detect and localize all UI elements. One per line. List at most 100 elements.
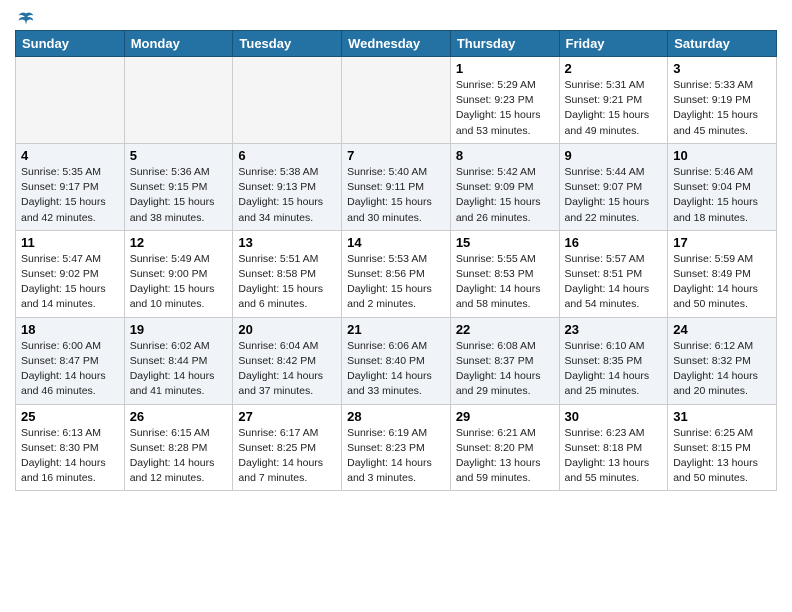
calendar-cell: 31 Sunrise: 6:25 AMSunset: 8:15 PMDayligh…: [668, 404, 777, 491]
day-number: 1: [456, 61, 554, 76]
column-header-tuesday: Tuesday: [233, 31, 342, 57]
day-info: Sunrise: 6:25 AMSunset: 8:15 PMDaylight:…: [673, 426, 771, 487]
day-number: 2: [565, 61, 663, 76]
calendar-cell: 17 Sunrise: 5:59 AMSunset: 8:49 PMDayligh…: [668, 230, 777, 317]
day-info: Sunrise: 5:51 AMSunset: 8:58 PMDaylight:…: [238, 252, 336, 313]
calendar-week-row: 25 Sunrise: 6:13 AMSunset: 8:30 PMDayligh…: [16, 404, 777, 491]
day-info: Sunrise: 6:08 AMSunset: 8:37 PMDaylight:…: [456, 339, 554, 400]
calendar-cell: 20 Sunrise: 6:04 AMSunset: 8:42 PMDayligh…: [233, 317, 342, 404]
calendar-cell: [233, 57, 342, 144]
day-number: 28: [347, 409, 445, 424]
column-header-saturday: Saturday: [668, 31, 777, 57]
day-info: Sunrise: 5:44 AMSunset: 9:07 PMDaylight:…: [565, 165, 663, 226]
calendar-week-row: 18Sunrise: 6:00 AMSunset: 8:47 PMDayligh…: [16, 317, 777, 404]
day-number: 24: [673, 322, 771, 337]
day-number: 4: [21, 148, 119, 163]
day-number: 27: [238, 409, 336, 424]
day-info: Sunrise: 5:55 AMSunset: 8:53 PMDaylight:…: [456, 252, 554, 313]
calendar-cell: 19Sunrise: 6:02 AMSunset: 8:44 PMDayligh…: [124, 317, 233, 404]
calendar-cell: 10Sunrise: 5:46 AMSunset: 9:04 PMDayligh…: [668, 143, 777, 230]
calendar-cell: 24 Sunrise: 6:12 AMSunset: 8:32 PMDayligh…: [668, 317, 777, 404]
calendar-cell: 16 Sunrise: 5:57 AMSunset: 8:51 PMDayligh…: [559, 230, 668, 317]
calendar-cell: 23 Sunrise: 6:10 AMSunset: 8:35 PMDayligh…: [559, 317, 668, 404]
day-number: 12: [130, 235, 228, 250]
day-number: 11: [21, 235, 119, 250]
calendar-cell: 14 Sunrise: 5:53 AMSunset: 8:56 PMDayligh…: [342, 230, 451, 317]
day-info: Sunrise: 5:36 AMSunset: 9:15 PMDaylight:…: [130, 165, 228, 226]
calendar-cell: 5 Sunrise: 5:36 AMSunset: 9:15 PMDaylight…: [124, 143, 233, 230]
calendar-cell: 12 Sunrise: 5:49 AMSunset: 9:00 PMDayligh…: [124, 230, 233, 317]
calendar-cell: 28 Sunrise: 6:19 AMSunset: 8:23 PMDayligh…: [342, 404, 451, 491]
calendar-cell: 18Sunrise: 6:00 AMSunset: 8:47 PMDayligh…: [16, 317, 125, 404]
day-number: 20: [238, 322, 336, 337]
day-info: Sunrise: 5:49 AMSunset: 9:00 PMDaylight:…: [130, 252, 228, 313]
calendar-cell: 27 Sunrise: 6:17 AMSunset: 8:25 PMDayligh…: [233, 404, 342, 491]
day-number: 15: [456, 235, 554, 250]
day-number: 19: [130, 322, 228, 337]
page-header: [15, 10, 777, 24]
calendar-cell: 11Sunrise: 5:47 AMSunset: 9:02 PMDayligh…: [16, 230, 125, 317]
column-header-monday: Monday: [124, 31, 233, 57]
day-info: Sunrise: 6:13 AMSunset: 8:30 PMDaylight:…: [21, 426, 119, 487]
day-number: 26: [130, 409, 228, 424]
calendar-week-row: 11Sunrise: 5:47 AMSunset: 9:02 PMDayligh…: [16, 230, 777, 317]
day-number: 31: [673, 409, 771, 424]
day-info: Sunrise: 6:12 AMSunset: 8:32 PMDaylight:…: [673, 339, 771, 400]
day-info: Sunrise: 5:59 AMSunset: 8:49 PMDaylight:…: [673, 252, 771, 313]
calendar-table: SundayMondayTuesdayWednesdayThursdayFrid…: [15, 30, 777, 491]
day-number: 5: [130, 148, 228, 163]
day-info: Sunrise: 6:04 AMSunset: 8:42 PMDaylight:…: [238, 339, 336, 400]
day-info: Sunrise: 5:40 AMSunset: 9:11 PMDaylight:…: [347, 165, 445, 226]
day-info: Sunrise: 6:23 AMSunset: 8:18 PMDaylight:…: [565, 426, 663, 487]
day-number: 3: [673, 61, 771, 76]
day-number: 9: [565, 148, 663, 163]
calendar-cell: [342, 57, 451, 144]
day-info: Sunrise: 5:35 AMSunset: 9:17 PMDaylight:…: [21, 165, 119, 226]
logo-bird-icon: [17, 10, 35, 28]
day-info: Sunrise: 5:57 AMSunset: 8:51 PMDaylight:…: [565, 252, 663, 313]
calendar-cell: 8 Sunrise: 5:42 AMSunset: 9:09 PMDaylight…: [450, 143, 559, 230]
day-info: Sunrise: 6:19 AMSunset: 8:23 PMDaylight:…: [347, 426, 445, 487]
day-number: 17: [673, 235, 771, 250]
day-number: 30: [565, 409, 663, 424]
day-info: Sunrise: 6:00 AMSunset: 8:47 PMDaylight:…: [21, 339, 119, 400]
calendar-cell: 2 Sunrise: 5:31 AMSunset: 9:21 PMDaylight…: [559, 57, 668, 144]
day-number: 10: [673, 148, 771, 163]
calendar-cell: 4 Sunrise: 5:35 AMSunset: 9:17 PMDaylight…: [16, 143, 125, 230]
day-info: Sunrise: 6:21 AMSunset: 8:20 PMDaylight:…: [456, 426, 554, 487]
calendar-cell: 26 Sunrise: 6:15 AMSunset: 8:28 PMDayligh…: [124, 404, 233, 491]
calendar-cell: 15 Sunrise: 5:55 AMSunset: 8:53 PMDayligh…: [450, 230, 559, 317]
day-info: Sunrise: 6:10 AMSunset: 8:35 PMDaylight:…: [565, 339, 663, 400]
calendar-week-row: 1 Sunrise: 5:29 AMSunset: 9:23 PMDaylight…: [16, 57, 777, 144]
day-number: 23: [565, 322, 663, 337]
day-number: 8: [456, 148, 554, 163]
day-info: Sunrise: 6:15 AMSunset: 8:28 PMDaylight:…: [130, 426, 228, 487]
day-info: Sunrise: 6:17 AMSunset: 8:25 PMDaylight:…: [238, 426, 336, 487]
day-number: 16: [565, 235, 663, 250]
calendar-cell: 29Sunrise: 6:21 AMSunset: 8:20 PMDayligh…: [450, 404, 559, 491]
day-info: Sunrise: 5:42 AMSunset: 9:09 PMDaylight:…: [456, 165, 554, 226]
day-number: 14: [347, 235, 445, 250]
calendar-body: 1 Sunrise: 5:29 AMSunset: 9:23 PMDaylight…: [16, 57, 777, 491]
day-info: Sunrise: 5:29 AMSunset: 9:23 PMDaylight:…: [456, 78, 554, 139]
calendar-week-row: 4 Sunrise: 5:35 AMSunset: 9:17 PMDaylight…: [16, 143, 777, 230]
day-number: 22: [456, 322, 554, 337]
column-header-wednesday: Wednesday: [342, 31, 451, 57]
calendar-cell: [16, 57, 125, 144]
calendar-header-row: SundayMondayTuesdayWednesdayThursdayFrid…: [16, 31, 777, 57]
day-number: 25: [21, 409, 119, 424]
day-info: Sunrise: 5:33 AMSunset: 9:19 PMDaylight:…: [673, 78, 771, 139]
calendar-cell: 22 Sunrise: 6:08 AMSunset: 8:37 PMDayligh…: [450, 317, 559, 404]
day-info: Sunrise: 5:31 AMSunset: 9:21 PMDaylight:…: [565, 78, 663, 139]
day-number: 13: [238, 235, 336, 250]
day-info: Sunrise: 6:06 AMSunset: 8:40 PMDaylight:…: [347, 339, 445, 400]
calendar-cell: 7Sunrise: 5:40 AMSunset: 9:11 PMDaylight…: [342, 143, 451, 230]
calendar-cell: 25 Sunrise: 6:13 AMSunset: 8:30 PMDayligh…: [16, 404, 125, 491]
calendar-cell: 13 Sunrise: 5:51 AMSunset: 8:58 PMDayligh…: [233, 230, 342, 317]
day-info: Sunrise: 5:38 AMSunset: 9:13 PMDaylight:…: [238, 165, 336, 226]
calendar-cell: 1 Sunrise: 5:29 AMSunset: 9:23 PMDaylight…: [450, 57, 559, 144]
column-header-friday: Friday: [559, 31, 668, 57]
calendar-cell: 3 Sunrise: 5:33 AMSunset: 9:19 PMDaylight…: [668, 57, 777, 144]
day-info: Sunrise: 5:53 AMSunset: 8:56 PMDaylight:…: [347, 252, 445, 313]
calendar-cell: 6Sunrise: 5:38 AMSunset: 9:13 PMDaylight…: [233, 143, 342, 230]
